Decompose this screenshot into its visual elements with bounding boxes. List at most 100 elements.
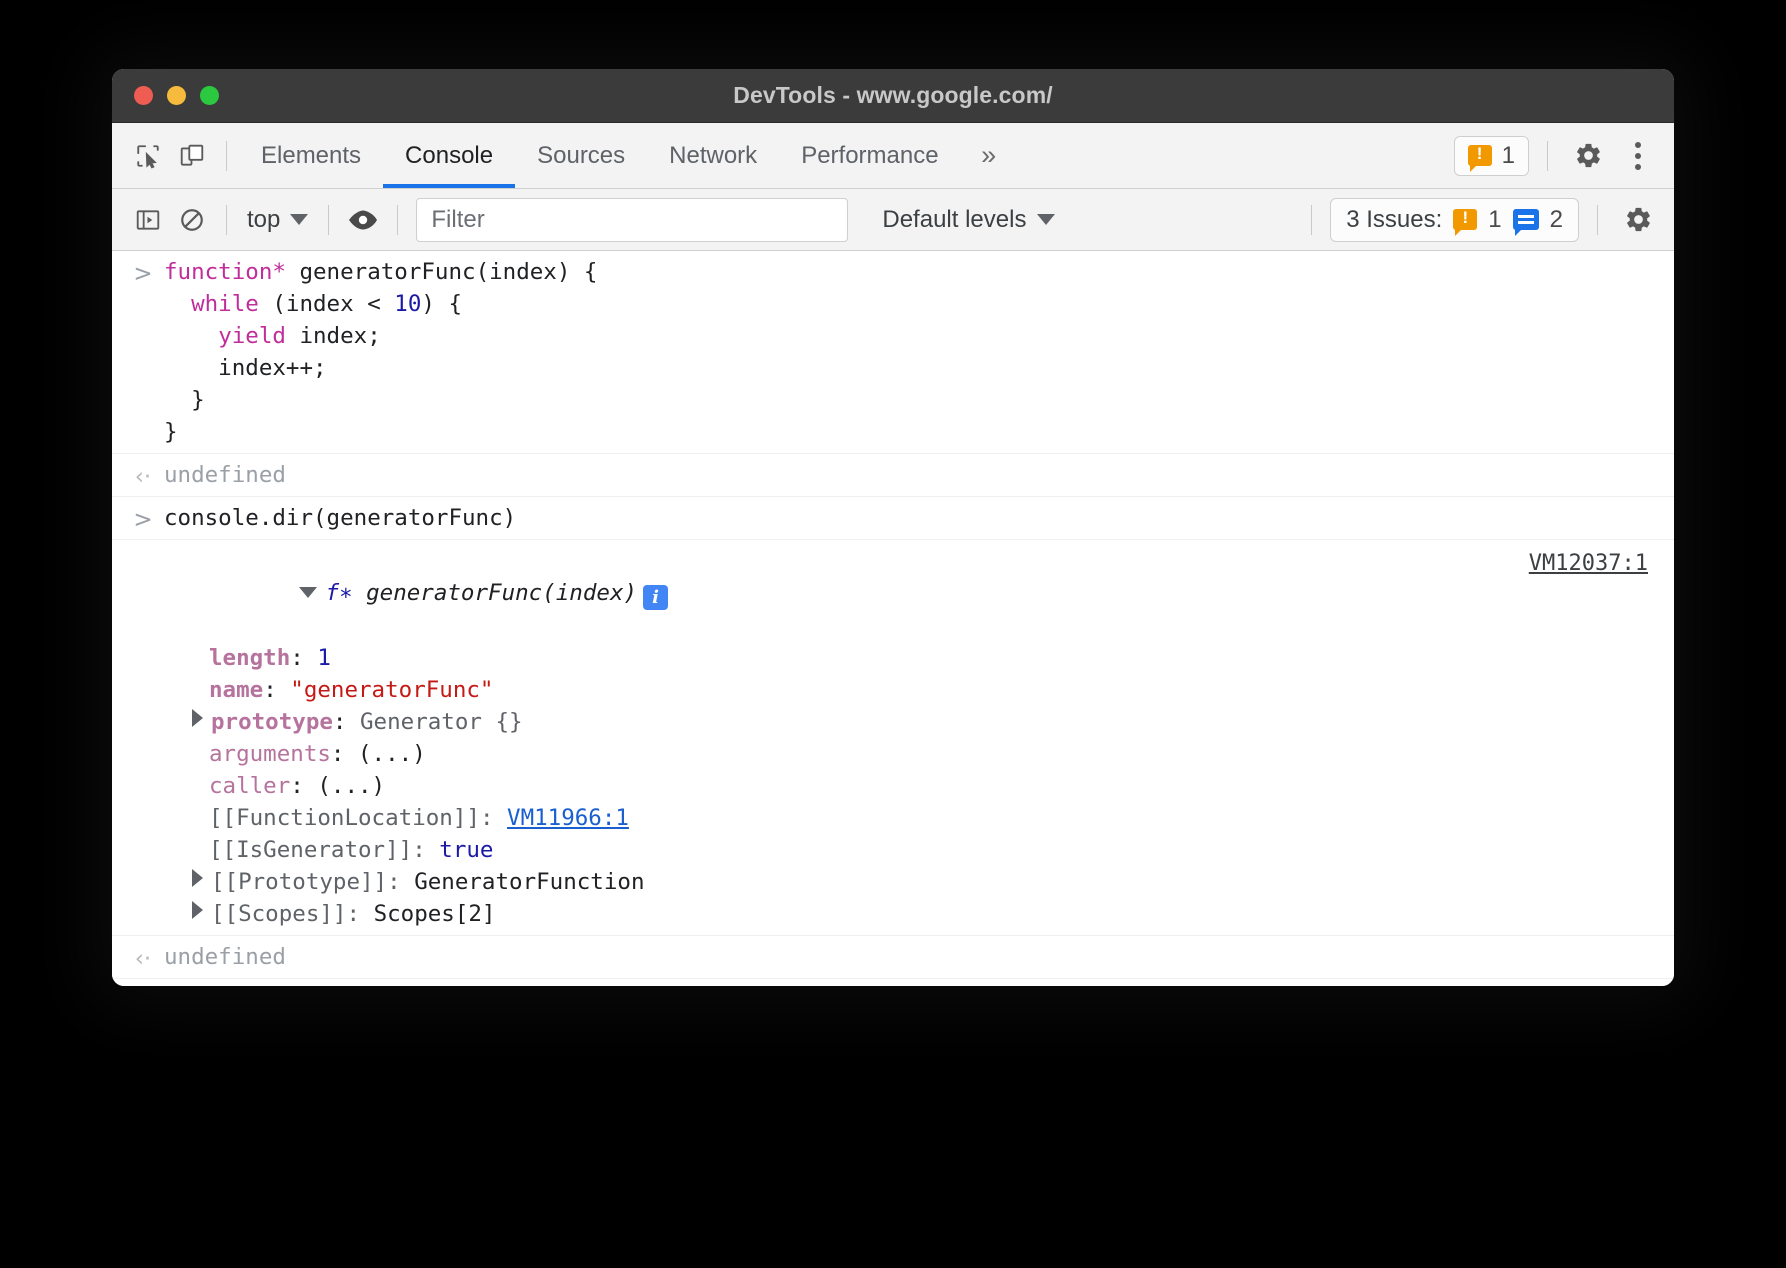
generator-function-marker: f∗	[325, 580, 352, 606]
toolbar-divider	[226, 141, 227, 171]
input-prompt-icon: >	[130, 258, 156, 290]
code-token: index;	[286, 323, 381, 349]
console-output-entry[interactable]: ‹· undefined	[112, 454, 1674, 497]
message-icon	[1513, 209, 1539, 230]
code-token	[164, 291, 191, 317]
title-bar: DevTools - www.google.com/	[112, 69, 1674, 123]
object-property-row[interactable]: [[FunctionLocation]]: VM11966:1	[112, 802, 1674, 834]
object-signature: generatorFunc(index)	[353, 580, 637, 606]
console-input-entry[interactable]: > function* generatorFunc(index) { while…	[112, 251, 1674, 454]
object-signature-text: generatorFunc(index)	[366, 580, 637, 606]
object-header[interactable]: f∗ generatorFunc(index)i	[112, 545, 1674, 642]
property-key: [[Prototype]]	[211, 869, 387, 895]
property-separator: :	[331, 741, 358, 767]
property-key: [[IsGenerator]]	[209, 837, 412, 863]
property-key: prototype	[211, 709, 333, 735]
issues-summary-label: 3 Issues:	[1346, 206, 1442, 234]
object-property-row[interactable]: name: "generatorFunc"	[112, 674, 1674, 706]
property-value: GeneratorFunction	[414, 869, 644, 895]
more-tabs-chevron-icon[interactable]: »	[961, 134, 1017, 178]
screenshot-root: DevTools - www.google.com/ Elements	[0, 0, 1786, 1268]
object-property-row[interactable]: prototype: Generator {}	[112, 706, 1674, 738]
clear-console-icon[interactable]	[170, 198, 214, 242]
tab-performance-label: Performance	[801, 142, 938, 170]
property-separator: :	[412, 837, 439, 863]
log-levels-value: Default levels	[882, 206, 1026, 234]
console-toolbar: top Filter Default levels 3	[112, 189, 1674, 251]
maximize-window-button[interactable]	[200, 86, 219, 105]
chevron-right-icon[interactable]	[192, 709, 203, 727]
kebab-menu-icon[interactable]	[1616, 134, 1660, 178]
object-property-row[interactable]: caller: (...)	[112, 770, 1674, 802]
tab-console-label: Console	[405, 142, 493, 170]
output-result-icon: ‹·	[130, 943, 156, 975]
property-value: Generator {}	[360, 709, 523, 735]
source-location-link[interactable]: VM12037:1	[1529, 548, 1648, 580]
object-property-row[interactable]: length: 1	[112, 642, 1674, 674]
property-value-link[interactable]: VM11966:1	[507, 805, 629, 831]
code-token: (index <	[259, 291, 394, 317]
property-key: caller	[209, 773, 290, 799]
chevron-down-icon	[1037, 214, 1055, 225]
code-token-while-keyword: while	[191, 291, 259, 317]
execution-context-selector[interactable]: top	[239, 206, 316, 234]
close-window-button[interactable]	[134, 86, 153, 105]
input-prompt-icon: >	[130, 504, 156, 536]
chevron-down-icon[interactable]	[299, 587, 317, 598]
tab-performance[interactable]: Performance	[779, 123, 960, 188]
console-input-entry[interactable]: > console.dir(generatorFunc)	[112, 497, 1674, 540]
console-output-entry[interactable]: ‹· undefined	[112, 936, 1674, 979]
tab-elements-label: Elements	[261, 142, 361, 170]
filter-input[interactable]: Filter	[416, 198, 848, 242]
info-icon[interactable]: i	[643, 585, 668, 610]
window-title: DevTools - www.google.com/	[112, 82, 1674, 109]
console-toolbar-divider-4	[1311, 205, 1312, 235]
tab-elements[interactable]: Elements	[239, 123, 383, 188]
code-token-function-keyword: function*	[164, 259, 286, 285]
inspect-element-icon[interactable]	[126, 134, 170, 178]
chevron-right-icon[interactable]	[192, 869, 203, 887]
issues-summary-button[interactable]: 3 Issues: 1 2	[1330, 198, 1579, 242]
property-separator: :	[346, 901, 373, 927]
property-separator: :	[263, 677, 290, 703]
code-token	[164, 323, 218, 349]
code-token: generatorFunc(index) {	[286, 259, 598, 285]
object-property-row[interactable]: [[Scopes]]: Scopes[2]	[112, 898, 1674, 930]
chevron-right-icon[interactable]	[192, 901, 203, 919]
code-token: }	[164, 387, 205, 413]
tab-bar-actions: 1	[1454, 134, 1660, 178]
log-levels-selector[interactable]: Default levels	[876, 206, 1061, 234]
property-separator: :	[387, 869, 414, 895]
issues-badge-count: 1	[1502, 142, 1515, 170]
tab-console[interactable]: Console	[383, 123, 515, 188]
output-result-icon: ‹·	[130, 461, 156, 493]
console-sidebar-icon[interactable]	[126, 198, 170, 242]
device-toolbar-icon[interactable]	[170, 134, 214, 178]
issues-message-count: 2	[1550, 206, 1563, 234]
object-property-row[interactable]: [[IsGenerator]]: true	[112, 834, 1674, 866]
console-messages[interactable]: > function* generatorFunc(index) { while…	[112, 251, 1674, 986]
filter-placeholder: Filter	[431, 206, 484, 234]
console-prompt[interactable]: >	[112, 979, 1674, 986]
gear-icon[interactable]	[1566, 134, 1610, 178]
object-property-row[interactable]: arguments: (...)	[112, 738, 1674, 770]
tab-sources[interactable]: Sources	[515, 123, 647, 188]
live-expression-icon[interactable]	[341, 198, 385, 242]
property-separator: :	[290, 645, 317, 671]
console-toolbar-actions: 3 Issues: 1 2	[1299, 198, 1660, 242]
tab-network[interactable]: Network	[647, 123, 779, 188]
code-token-number: 10	[394, 291, 421, 317]
devtools-window: DevTools - www.google.com/ Elements	[112, 69, 1674, 986]
console-output-value: undefined	[112, 459, 1674, 491]
console-object-entry[interactable]: f∗ generatorFunc(index)i VM12037:1 lengt…	[112, 540, 1674, 936]
issues-badge-button[interactable]: 1	[1454, 136, 1529, 176]
object-property-row[interactable]: [[Prototype]]: GeneratorFunction	[112, 866, 1674, 898]
property-key: name	[209, 677, 263, 703]
property-key: [[FunctionLocation]]	[209, 805, 480, 831]
issues-warning-count: 1	[1488, 206, 1501, 234]
property-value: "generatorFunc"	[290, 677, 493, 703]
warning-icon	[1468, 145, 1492, 166]
gear-icon[interactable]	[1616, 198, 1660, 242]
code-token: }	[164, 419, 178, 445]
minimize-window-button[interactable]	[167, 86, 186, 105]
